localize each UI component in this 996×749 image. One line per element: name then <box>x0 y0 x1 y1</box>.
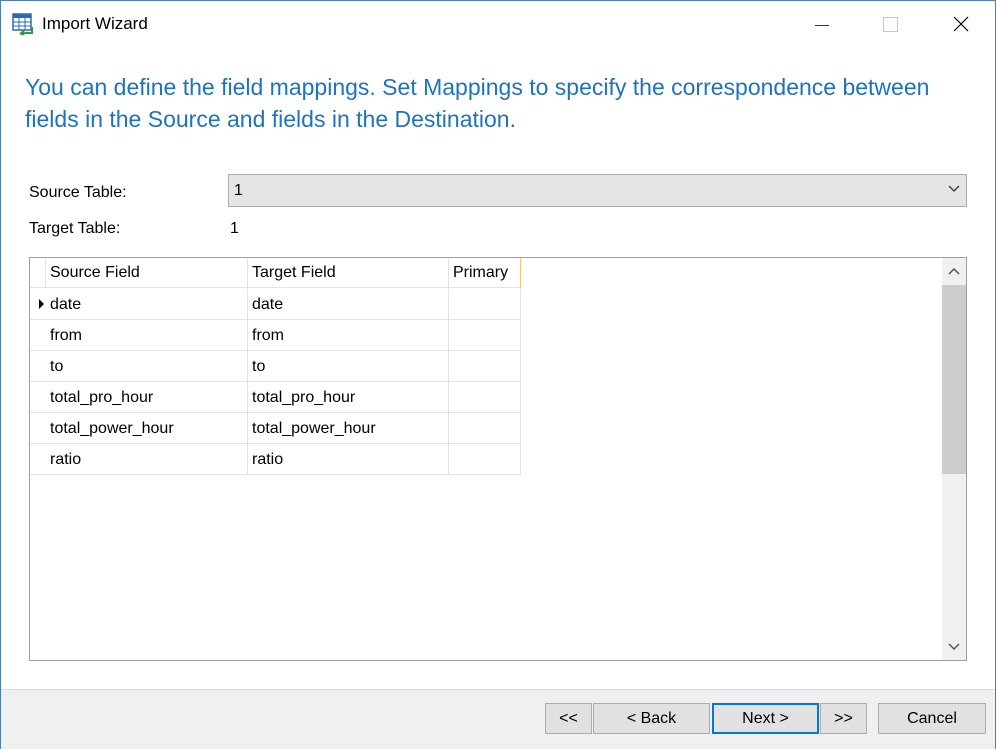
window-title: Import Wizard <box>42 14 148 33</box>
chevron-up-icon <box>948 267 960 275</box>
source-field-cell[interactable]: total_pro_hour <box>46 382 248 413</box>
row-header[interactable] <box>30 413 46 444</box>
row-header[interactable] <box>30 444 46 475</box>
primary-cell[interactable] <box>449 320 521 351</box>
table-row[interactable]: ratio ratio <box>30 444 521 475</box>
import-wizard-window: Import Wizard You can define the field m… <box>0 0 996 749</box>
primary-cell[interactable] <box>449 351 521 382</box>
source-field-cell[interactable]: date <box>46 289 248 320</box>
maximize-button <box>867 1 913 47</box>
close-button[interactable] <box>938 1 984 47</box>
source-field-cell[interactable]: to <box>46 351 248 382</box>
source-table-value: 1 <box>234 182 243 199</box>
column-header-primary[interactable]: Primary <box>449 258 521 288</box>
scrollbar-thumb[interactable] <box>942 285 966 474</box>
field-mapping-grid[interactable]: Source Field Target Field Primary date d… <box>29 257 967 661</box>
scroll-up-button[interactable] <box>942 258 966 284</box>
source-table-label: Source Table: <box>29 184 127 201</box>
chevron-down-icon <box>948 185 960 192</box>
vertical-scrollbar[interactable] <box>942 258 966 660</box>
primary-cell[interactable] <box>449 289 521 320</box>
source-field-cell[interactable]: ratio <box>46 444 248 475</box>
target-field-cell[interactable]: total_pro_hour <box>248 382 449 413</box>
target-table-value: 1 <box>230 220 239 237</box>
row-header[interactable] <box>30 351 46 382</box>
back-button[interactable]: < Back <box>593 703 710 734</box>
table-row[interactable]: from from <box>30 320 521 351</box>
target-field-cell[interactable]: to <box>248 351 449 382</box>
maximize-icon <box>882 16 898 32</box>
minimize-button[interactable] <box>799 1 845 47</box>
minimize-icon <box>815 24 829 26</box>
chevron-down-icon <box>948 643 960 651</box>
target-field-cell[interactable]: ratio <box>248 444 449 475</box>
next-button[interactable]: Next > <box>712 703 819 734</box>
first-step-button[interactable]: << <box>545 703 592 734</box>
source-table-select[interactable]: 1 <box>228 174 967 207</box>
column-header-target-field[interactable]: Target Field <box>248 258 449 288</box>
row-header[interactable] <box>30 289 46 320</box>
table-import-icon <box>12 13 34 39</box>
table-row[interactable]: date date <box>30 289 521 320</box>
table-row[interactable]: to to <box>30 351 521 382</box>
target-field-cell[interactable]: total_power_hour <box>248 413 449 444</box>
source-field-cell[interactable]: total_power_hour <box>46 413 248 444</box>
row-header[interactable] <box>30 320 46 351</box>
column-header-source-field[interactable]: Source Field <box>46 258 248 288</box>
grid-header: Source Field Target Field Primary <box>30 258 521 289</box>
instruction-text: You can define the field mappings. Set M… <box>25 74 930 132</box>
primary-cell[interactable] <box>449 444 521 475</box>
target-field-cell[interactable]: from <box>248 320 449 351</box>
table-row[interactable]: total_pro_hour total_pro_hour <box>30 382 521 413</box>
source-field-cell[interactable]: from <box>46 320 248 351</box>
close-icon <box>953 16 969 32</box>
current-row-indicator-icon <box>39 299 44 309</box>
table-row[interactable]: total_power_hour total_power_hour <box>30 413 521 444</box>
cancel-button[interactable]: Cancel <box>878 703 986 734</box>
title-bar[interactable]: Import Wizard <box>1 1 995 47</box>
row-header-corner <box>30 258 46 288</box>
target-field-cell[interactable]: date <box>248 289 449 320</box>
row-header[interactable] <box>30 382 46 413</box>
last-step-button[interactable]: >> <box>820 703 867 734</box>
primary-cell[interactable] <box>449 382 521 413</box>
scroll-down-button[interactable] <box>942 634 966 660</box>
target-table-label: Target Table: <box>29 220 121 237</box>
primary-cell[interactable] <box>449 413 521 444</box>
button-bar: << < Back Next > >> Cancel <box>1 689 995 749</box>
